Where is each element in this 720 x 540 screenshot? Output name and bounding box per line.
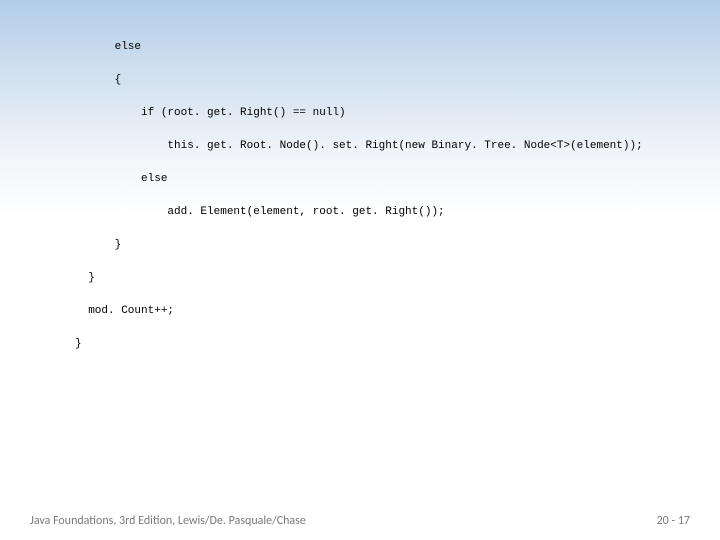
code-line: } (75, 237, 643, 254)
code-line: else (75, 171, 643, 188)
code-line: } (75, 270, 643, 287)
code-line: } (75, 336, 643, 353)
slide-footer: Java Foundations, 3rd Edition, Lewis/De.… (30, 514, 690, 528)
footer-source: Java Foundations, 3rd Edition, Lewis/De.… (30, 514, 306, 528)
code-block: else { if (root. get. Right() == null) t… (75, 22, 643, 369)
footer-page-number: 20 - 17 (657, 514, 690, 528)
code-line: { (75, 72, 643, 89)
code-line: if (root. get. Right() == null) (75, 105, 643, 122)
code-line: mod. Count++; (75, 303, 643, 320)
code-line: else (75, 39, 643, 56)
code-line: add. Element(element, root. get. Right()… (75, 204, 643, 221)
code-line: this. get. Root. Node(). set. Right(new … (75, 138, 643, 155)
